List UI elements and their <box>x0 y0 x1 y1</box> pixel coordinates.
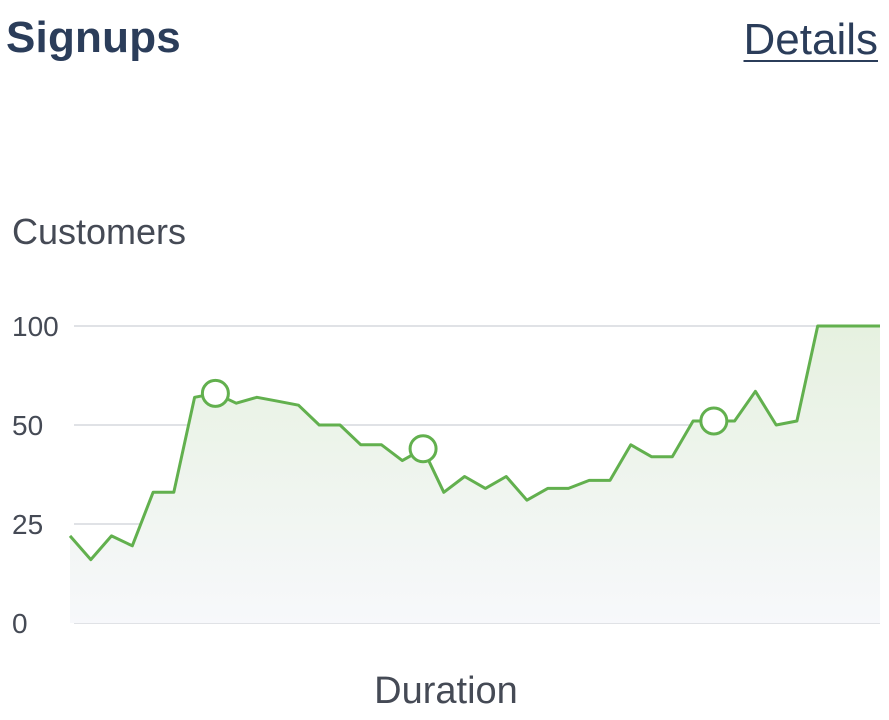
y-tick-label: 100 <box>12 311 59 342</box>
y-tick-label: 0 <box>12 608 28 639</box>
y-tick-label: 25 <box>12 509 43 540</box>
y-tick-label: 50 <box>12 410 43 441</box>
series-area <box>70 326 880 623</box>
x-axis-label: Duration <box>374 670 518 712</box>
y-axis-label: Customers <box>12 211 186 252</box>
signups-chart: Customers 0 25 50 100 Duration <box>12 211 880 712</box>
y-tick-labels: 0 25 50 100 <box>12 311 59 639</box>
data-point-marker <box>200 378 230 408</box>
data-point-marker <box>699 406 729 436</box>
data-point-marker <box>408 434 438 464</box>
